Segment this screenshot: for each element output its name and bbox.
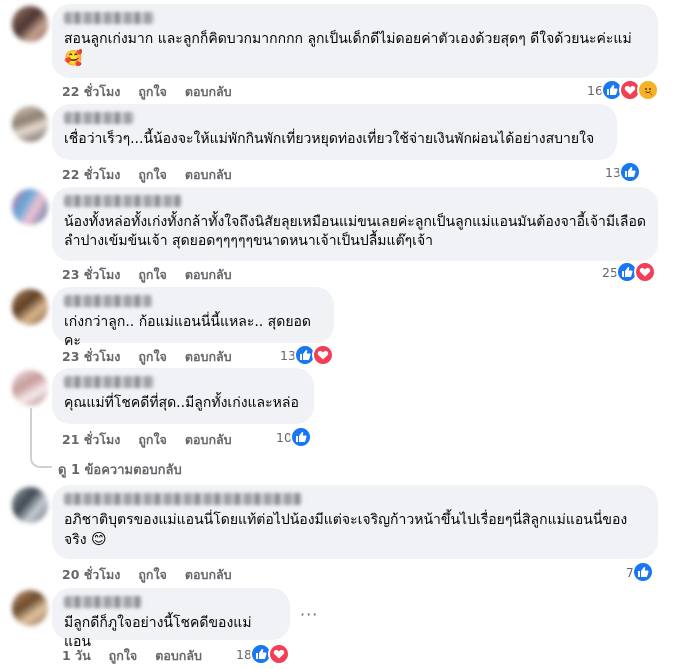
- like-button[interactable]: ถูกใจ: [109, 646, 138, 666]
- like-icon: [289, 426, 312, 448]
- comment-time[interactable]: 22 ชั่วโมง: [62, 82, 120, 102]
- comment-time[interactable]: 20 ชั่วโมง: [62, 565, 120, 585]
- comment-bubble: มีลูกดีก็ภูใจอย่างนี้โชคดีของแม่แอน: [52, 588, 290, 650]
- care-icon: [636, 79, 659, 101]
- commenter-name[interactable]: [64, 493, 302, 505]
- reply-button[interactable]: ตอบกลับ: [185, 82, 232, 102]
- reply-button[interactable]: ตอบกลับ: [185, 430, 232, 450]
- like-button[interactable]: ถูกใจ: [138, 82, 167, 102]
- avatar[interactable]: [12, 370, 48, 406]
- reaction-summary[interactable]: 7: [626, 561, 654, 583]
- commenter-name[interactable]: [64, 295, 152, 307]
- love-icon: [267, 643, 290, 665]
- avatar[interactable]: [12, 487, 48, 523]
- avatar[interactable]: [12, 289, 48, 325]
- comment-bubble: เก่งกว่าลูก.. ก้อแม่แอนนี่นี้แหละ.. สุดย…: [52, 287, 334, 349]
- commenter-name[interactable]: [64, 596, 142, 608]
- smiling-face-emoji: 😊: [91, 530, 107, 548]
- reply-button[interactable]: ตอบกลับ: [185, 165, 232, 185]
- reaction-summary[interactable]: 13: [605, 161, 641, 183]
- like-button[interactable]: ถูกใจ: [138, 565, 167, 585]
- comment-actions: 1 วัน ถูกใจ ตอบกลับ: [62, 646, 202, 666]
- comment-time[interactable]: 1 วัน: [62, 646, 91, 666]
- commenter-name[interactable]: [64, 195, 182, 207]
- comment-time[interactable]: 23 ชั่วโมง: [62, 347, 120, 367]
- like-icon: [618, 161, 641, 183]
- more-options-button[interactable]: ···: [300, 605, 318, 624]
- reaction-summary[interactable]: 16: [587, 79, 659, 101]
- comment-actions: 20 ชั่วโมง ถูกใจ ตอบกลับ: [62, 565, 232, 585]
- like-icon: [631, 561, 654, 583]
- comment-time[interactable]: 23 ชั่วโมง: [62, 265, 120, 285]
- comment-actions: 23 ชั่วโมง ถูกใจ ตอบกลับ: [62, 265, 232, 285]
- commenter-name[interactable]: [64, 12, 154, 24]
- reply-button[interactable]: ตอบกลับ: [185, 347, 232, 367]
- reply-thread-line: [30, 408, 52, 468]
- view-replies-link[interactable]: ดู 1 ข้อความตอบกลับ: [58, 459, 182, 480]
- like-button[interactable]: ถูกใจ: [138, 430, 167, 450]
- reaction-summary[interactable]: 25: [602, 261, 656, 283]
- avatar[interactable]: [12, 6, 48, 42]
- reaction-summary[interactable]: 10: [276, 426, 312, 448]
- avatar[interactable]: [12, 590, 48, 626]
- comment-bubble: น้องทั้งหล่อทั้งเก่งทั้งกล้าทั้งใจถึงนิส…: [52, 187, 658, 261]
- smiling-face-with-hearts-emoji: 🥰: [64, 49, 83, 67]
- reaction-summary[interactable]: 13: [280, 344, 334, 366]
- comment-text: สอนลูกเก่งมาก และลูกก็คิดบวกมากกกก ลูกเป…: [64, 31, 632, 67]
- commenter-name[interactable]: [64, 112, 134, 124]
- like-button[interactable]: ถูกใจ: [138, 265, 167, 285]
- commenter-name[interactable]: [64, 376, 154, 388]
- reply-button[interactable]: ตอบกลับ: [185, 565, 232, 585]
- comment-text: น้องทั้งหล่อทั้งเก่งทั้งกล้าทั้งใจถึงนิส…: [64, 214, 646, 249]
- comment-bubble: สอนลูกเก่งมาก และลูกก็คิดบวกมากกกก ลูกเป…: [52, 4, 658, 78]
- comment-actions: 21 ชั่วโมง ถูกใจ ตอบกลับ: [62, 430, 232, 450]
- reply-button[interactable]: ตอบกลับ: [185, 265, 232, 285]
- love-icon: [311, 344, 334, 366]
- comment-text: อภิชาติบุตรของแม่แอนนี่โดยแท้ต่อไปน้องมี…: [64, 512, 628, 548]
- avatar[interactable]: [12, 106, 48, 142]
- comment-bubble: คุณแม่ที่โชคดีที่สุด..มีลูกทั้งเก่งและหล…: [52, 368, 314, 424]
- reply-button[interactable]: ตอบกลับ: [155, 646, 202, 666]
- comment-actions: 22 ชั่วโมง ถูกใจ ตอบกลับ: [62, 165, 232, 185]
- comment-time[interactable]: 22 ชั่วโมง: [62, 165, 120, 185]
- comment-text: คุณแม่ที่โชคดีที่สุด..มีลูกทั้งเก่งและหล…: [64, 395, 299, 411]
- love-icon: [633, 261, 656, 283]
- reaction-summary[interactable]: 18: [236, 643, 290, 665]
- comment-actions: 23 ชั่วโมง ถูกใจ ตอบกลับ: [62, 347, 232, 367]
- comment-actions: 22 ชั่วโมง ถูกใจ ตอบกลับ: [62, 82, 232, 102]
- comment-bubble: อภิชาติบุตรของแม่แอนนี่โดยแท้ต่อไปน้องมี…: [52, 485, 658, 559]
- like-button[interactable]: ถูกใจ: [138, 165, 167, 185]
- avatar[interactable]: [12, 189, 48, 225]
- comment-text: เชื่อว่าเร็วๆ...นี้น้องจะให้แม่พักกินพัก…: [64, 131, 595, 147]
- comment-time[interactable]: 21 ชั่วโมง: [62, 430, 120, 450]
- comment-bubble: เชื่อว่าเร็วๆ...นี้น้องจะให้แม่พักกินพัก…: [52, 104, 617, 160]
- like-button[interactable]: ถูกใจ: [138, 347, 167, 367]
